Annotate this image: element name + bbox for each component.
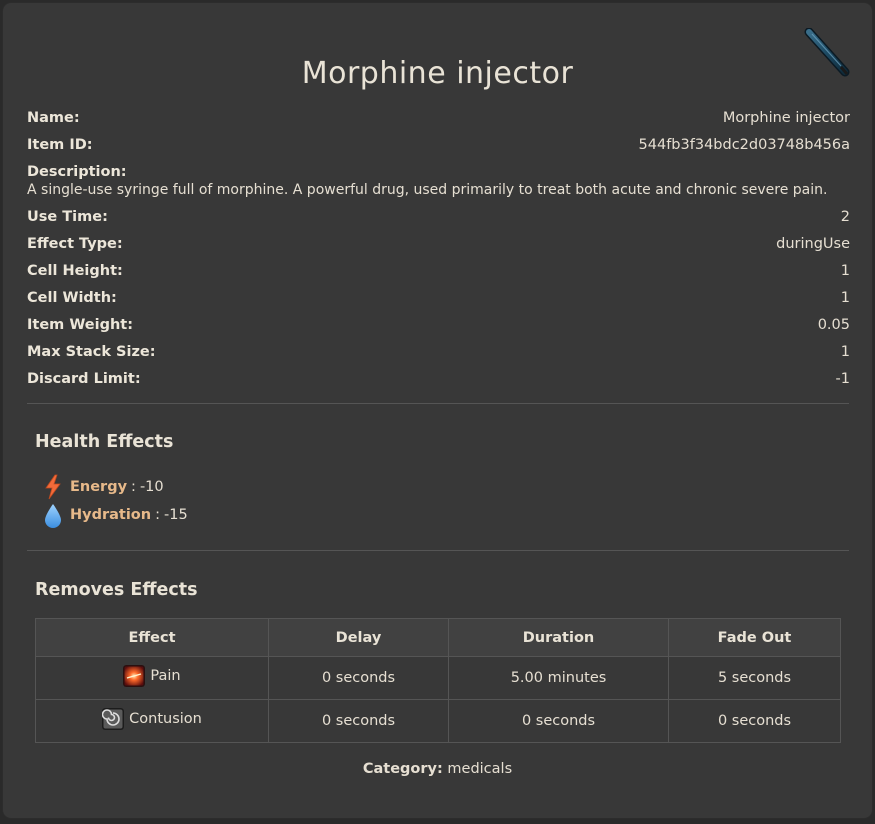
column-header: Effect [35,618,269,657]
effect-value: -10 [139,479,164,495]
table-row: Pain 0 seconds 5.00 minutes 5 seconds [35,656,841,700]
prop-label: Cell Height: [27,263,123,279]
prop-value: 1 [840,344,850,360]
prop-item-weight: Item Weight: 0.05 [27,314,850,341]
prop-label: Cell Width: [27,290,117,306]
effect-cell: Contusion [35,699,269,743]
prop-label: Use Time: [27,209,108,225]
prop-cell-height: Cell Height: 1 [27,260,850,287]
prop-value: 544fb3f34bdc2d03748b456a [638,137,850,153]
effect-separator: : [131,479,136,495]
table-header-row: Effect Delay Duration Fade Out [35,618,841,657]
health-effect-hydration: Hydration : -15 [43,502,188,528]
table-row: Contusion 0 seconds 0 seconds 0 seconds [35,699,841,743]
category: Category: medicals [3,761,872,777]
health-effect-energy: Energy : -10 [43,474,164,500]
prop-value: A single-use syringe full of morphine. A… [27,182,828,198]
effect-name: Contusion [129,711,202,727]
pain-icon [123,665,146,687]
prop-cell-width: Cell Width: 1 [27,287,850,314]
fade-out-cell: 5 seconds [668,656,841,700]
prop-max-stack: Max Stack Size: 1 [27,341,850,368]
prop-discard-limit: Discard Limit: -1 [27,368,850,395]
prop-value: 2 [840,209,850,225]
prop-value: 0.05 [817,317,850,333]
effect-separator: : [155,507,160,523]
column-header: Fade Out [668,618,841,657]
divider [27,550,849,551]
prop-description: Description: A single-use syringe full o… [27,161,850,206]
prop-label: Name: [27,110,80,126]
prop-label: Item ID: [27,137,93,153]
page-title: Morphine injector [301,56,574,91]
prop-effect-type: Effect Type: duringUse [27,233,850,260]
prop-name: Name: Morphine injector [27,107,850,134]
effect-value: -15 [163,507,188,523]
effect-cell: Pain [35,656,269,700]
prop-label: Max Stack Size: [27,344,156,360]
removes-effects-table: Effect Delay Duration Fade Out Pain 0 se… [35,618,841,743]
category-label: Category: [362,761,443,777]
prop-value: -1 [835,371,850,387]
removes-effects-title: Removes Effects [35,580,198,600]
duration-cell: 0 seconds [448,699,669,743]
prop-value: duringUse [776,236,850,252]
prop-value: Morphine injector [722,110,850,126]
prop-value: 1 [840,290,850,306]
prop-use-time: Use Time: 2 [27,206,850,233]
water-drop-icon [45,504,61,528]
duration-cell: 5.00 minutes [448,656,669,700]
prop-label: Discard Limit: [27,371,141,387]
prop-label: Effect Type: [27,236,123,252]
fade-out-cell: 0 seconds [668,699,841,743]
contusion-icon [102,708,125,730]
effect-name: Energy [70,479,128,495]
item-card: Morphine injector Name: Morphine injecto… [3,3,872,818]
prop-label: Item Weight: [27,317,134,333]
prop-value: 1 [840,263,850,279]
effect-name: Hydration [70,507,152,523]
column-header: Duration [448,618,669,657]
delay-cell: 0 seconds [268,699,449,743]
column-header: Delay [268,618,449,657]
lightning-icon [45,474,61,500]
delay-cell: 0 seconds [268,656,449,700]
divider [27,403,849,404]
prop-item-id: Item ID: 544fb3f34bdc2d03748b456a [27,134,850,161]
properties-list: Name: Morphine injector Item ID: 544fb3f… [27,107,850,395]
effect-name: Pain [150,668,181,684]
health-effects-title: Health Effects [35,432,174,452]
category-value: medicals [447,761,513,777]
prop-label: Description: [27,164,127,180]
